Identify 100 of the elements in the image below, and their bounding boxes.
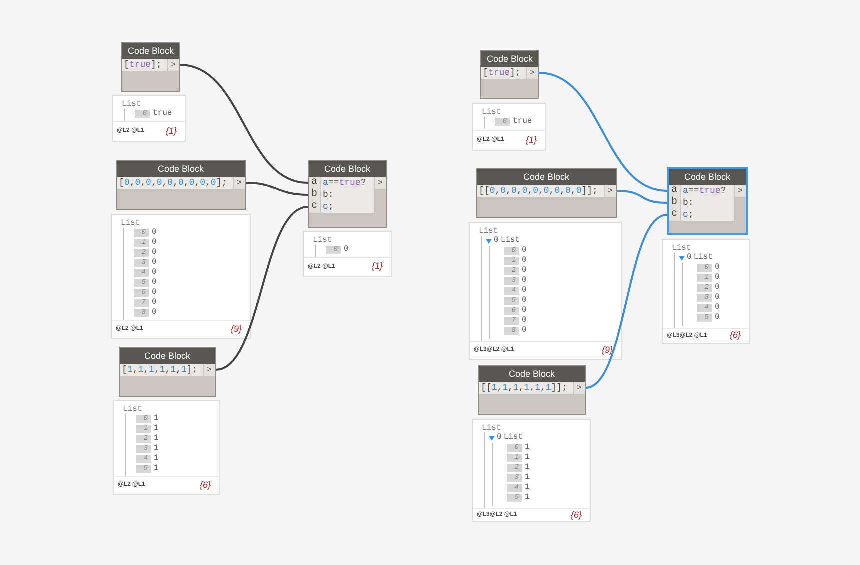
item-value: 0 (344, 246, 349, 254)
input-port[interactable]: b (669, 197, 681, 209)
connector-wire[interactable] (216, 206, 308, 371)
item-value: 0 (715, 304, 720, 312)
code-block-node[interactable]: Code Block [[1,1,1,1,1,1]]; > (478, 365, 586, 415)
input-port[interactable]: b (309, 189, 321, 201)
item-value: 1 (525, 464, 530, 472)
node-title: Code Block (122, 43, 179, 59)
item-value: 1 (154, 415, 159, 423)
code-line[interactable]: b: (681, 197, 734, 209)
item-count: {6} (570, 509, 583, 522)
code-line[interactable]: a==true? (321, 177, 374, 189)
item-value: 0 (522, 307, 527, 315)
item-value: 0 (152, 279, 157, 287)
code-block-node[interactable]: Code Block [0,0,0,0,0,0,0,0,0]; > (116, 160, 246, 210)
list-label: List (500, 237, 520, 245)
item-value: 0 (522, 277, 527, 285)
code-line[interactable]: [true]; (481, 67, 526, 79)
item-value: 0 (152, 289, 157, 297)
item-count: {6} (200, 478, 212, 492)
collapse-triangle-icon[interactable] (486, 238, 492, 244)
connector-wire[interactable] (246, 182, 308, 196)
list-header: List (313, 236, 334, 245)
item-value: 0 (522, 287, 527, 295)
node-title: Code Block (479, 366, 585, 382)
item-value: 1 (154, 445, 159, 453)
list-header: List (121, 219, 142, 228)
item-value: 0 (715, 314, 720, 322)
list-label: List (694, 254, 714, 262)
item-value: 1 (525, 444, 530, 452)
item-value: true (513, 118, 532, 126)
item-value: 0 (152, 249, 157, 257)
item-value: 0 (715, 294, 720, 302)
code-block-node[interactable]: Code Block [true]; > (121, 42, 180, 92)
list-header: List (123, 405, 144, 414)
input-port[interactable]: c (669, 209, 681, 221)
code-block-node[interactable]: Code Block a b c a==true? b: c; > (308, 160, 387, 228)
list-header: List (122, 100, 142, 109)
item-value: 0 (715, 284, 720, 292)
item-count: {1} (166, 124, 178, 138)
code-line[interactable]: [[0,0,0,0,0,0,0,0,0]]; (477, 185, 604, 197)
code-line[interactable]: [1,1,1,1,1,1]; (120, 364, 203, 376)
item-value: 1 (525, 454, 530, 462)
output-port[interactable]: > (604, 185, 616, 197)
item-value: 0 (152, 259, 157, 267)
item-value: 0 (715, 264, 720, 272)
item-count: {9} (602, 344, 614, 357)
code-line[interactable]: c; (681, 209, 734, 221)
item-value: 0 (152, 239, 157, 247)
item-value: true (153, 110, 172, 118)
collapse-triangle-icon[interactable] (679, 256, 685, 260)
output-port[interactable]: > (203, 364, 215, 376)
item-value: 0 (152, 309, 157, 317)
code-line[interactable]: [[1,1,1,1,1,1]]; (479, 382, 573, 394)
output-port[interactable]: > (374, 177, 386, 189)
code-block-node[interactable]: Code Block [1,1,1,1,1,1]; > (119, 347, 216, 397)
output-port[interactable]: > (734, 185, 746, 197)
code-block-node[interactable]: Code Block [true]; > (480, 50, 539, 99)
item-value: 1 (525, 494, 530, 502)
code-block-node[interactable]: Code Block [[0,0,0,0,0,0,0,0,0]]; > (476, 168, 617, 218)
list-header: List (479, 227, 500, 236)
output-port[interactable]: > (233, 177, 245, 189)
item-value: 0 (522, 327, 527, 335)
node-title: Code Block (117, 161, 245, 177)
output-port[interactable]: > (573, 382, 585, 394)
item-value: 0 (152, 299, 157, 307)
list-index: 0 (494, 237, 499, 245)
code-block-node[interactable]: Code Block a b c a==true? b: c; > (667, 167, 748, 235)
item-value: 1 (154, 425, 159, 433)
item-value: 1 (154, 465, 159, 473)
node-title: Code Block (669, 169, 746, 185)
list-header: List (482, 424, 502, 433)
item-count: {6} (730, 329, 742, 342)
input-port[interactable]: a (669, 185, 681, 197)
node-title: Code Block (120, 348, 215, 364)
node-title: Code Block (481, 51, 538, 67)
item-value: 0 (522, 317, 527, 325)
item-value: 0 (522, 257, 527, 265)
input-port[interactable]: a (309, 177, 321, 189)
code-line[interactable]: b: (321, 189, 374, 201)
item-value: 1 (154, 435, 159, 443)
item-value: 0 (522, 297, 527, 305)
collapse-triangle-icon[interactable] (489, 436, 495, 440)
code-line[interactable]: [0,0,0,0,0,0,0,0,0]; (117, 177, 233, 189)
code-line[interactable]: c; (321, 201, 374, 213)
output-port[interactable]: > (526, 67, 538, 79)
code-line[interactable]: [true]; (122, 59, 167, 71)
item-value: 0 (522, 267, 527, 275)
input-port[interactable]: c (309, 201, 321, 213)
output-port[interactable]: > (167, 59, 179, 71)
list-header: List (482, 108, 502, 117)
item-count: {1} (372, 260, 384, 274)
item-value: 0 (152, 229, 157, 237)
item-value: 0 (522, 247, 527, 255)
item-value: 1 (525, 484, 530, 492)
list-index: 0 (497, 434, 502, 442)
item-value: 0 (152, 269, 157, 277)
item-value: 0 (715, 274, 720, 282)
code-line[interactable]: a==true? (681, 185, 734, 197)
node-title: Code Block (309, 161, 386, 177)
